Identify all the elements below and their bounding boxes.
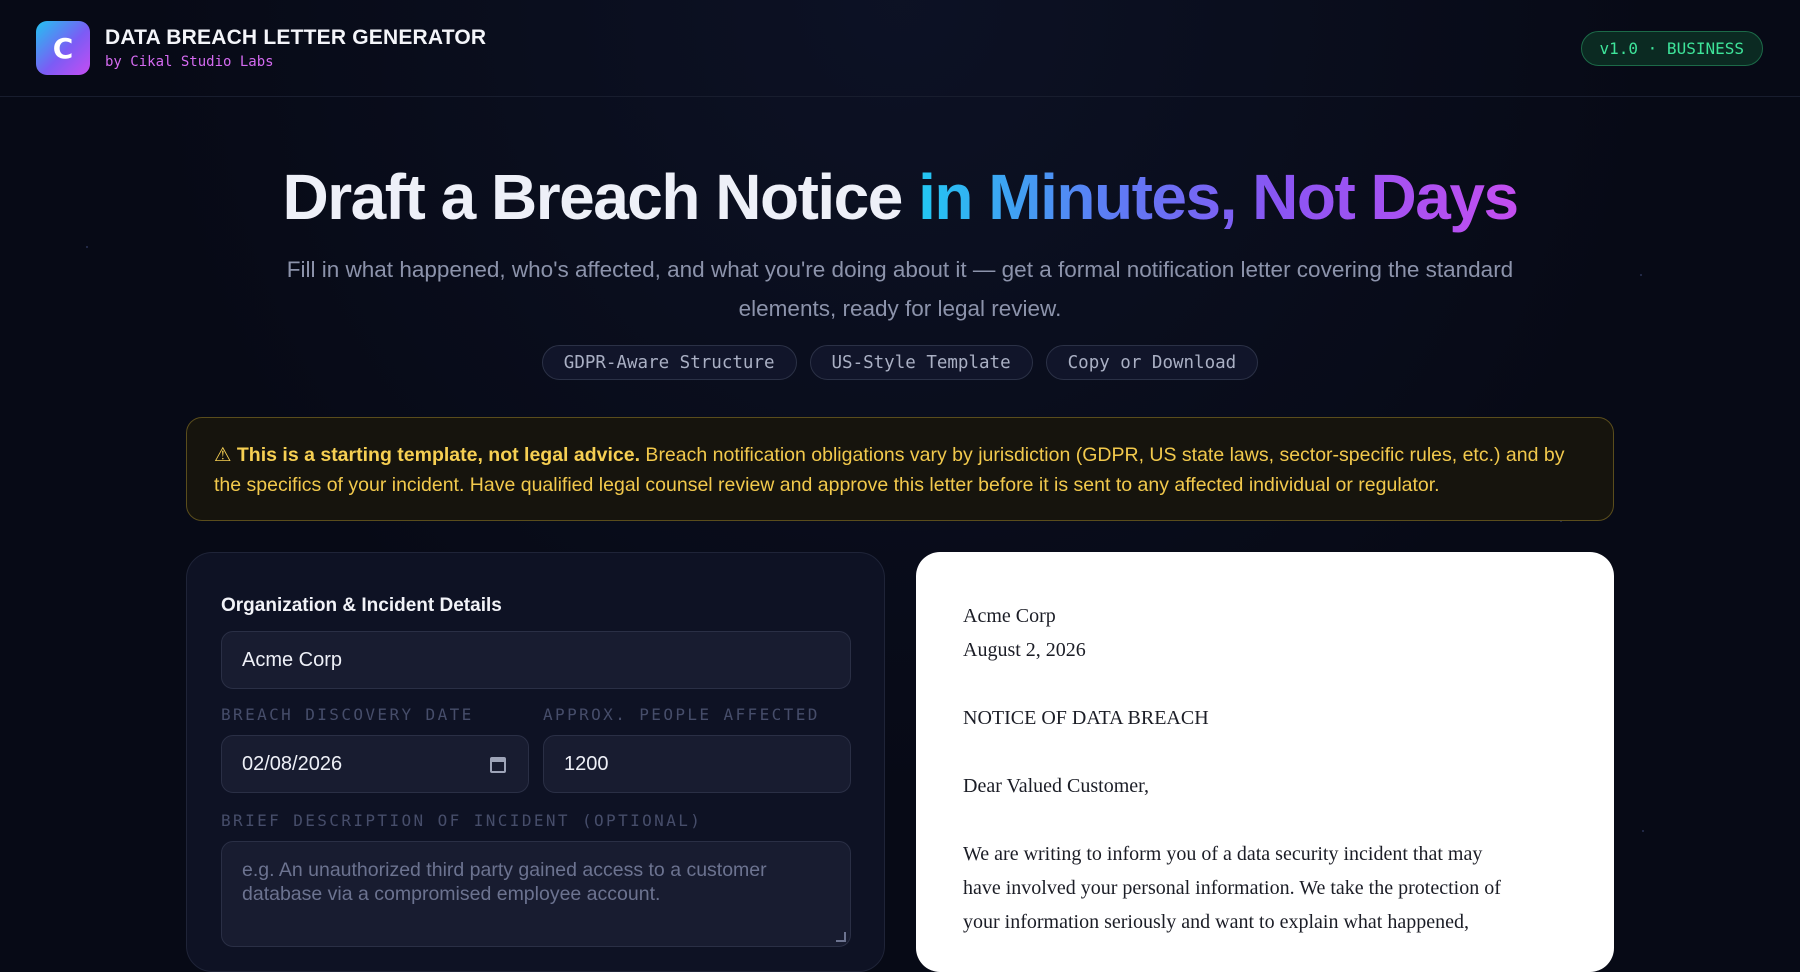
letter-heading: NOTICE OF DATA BREACH bbox=[963, 707, 1209, 729]
discovery-date-value: 02/08/2026 bbox=[242, 752, 343, 775]
organization-name-value: Acme Corp bbox=[242, 648, 343, 671]
letter-salutation: Dear Valued Customer, bbox=[963, 775, 1150, 797]
chip-gdpr: GDPR-Aware Structure bbox=[541, 345, 797, 380]
letter-body-line: We are writing to inform you of a data s… bbox=[963, 843, 1483, 865]
description-label: BRIEF DESCRIPTION OF INCIDENT (OPTIONAL) bbox=[221, 811, 703, 830]
people-affected-value: 1200 bbox=[564, 752, 609, 775]
incident-description-textarea[interactable]: e.g. An unauthorized third party gained … bbox=[221, 841, 851, 947]
title-gradient: in Minutes, Not Days bbox=[918, 161, 1519, 233]
title-plain: Draft a Breach Notice bbox=[282, 161, 903, 233]
chip-us-template: US-Style Template bbox=[809, 345, 1033, 380]
letter-date: August 2, 2026 bbox=[963, 639, 1086, 661]
chip-copy-download: Copy or Download bbox=[1045, 345, 1259, 380]
people-affected-label: APPROX. PEOPLE AFFECTED bbox=[543, 705, 820, 724]
app-subtitle: by Cikal Studio Labs bbox=[105, 54, 274, 70]
background-star bbox=[86, 246, 88, 248]
organization-name-input[interactable]: Acme Corp bbox=[221, 631, 851, 689]
description-placeholder: e.g. An unauthorized third party gained … bbox=[242, 859, 767, 905]
letter-org: Acme Corp bbox=[963, 605, 1056, 627]
background-star bbox=[1642, 830, 1644, 832]
app-header: C DATA BREACH LETTER GENERATOR by Cikal … bbox=[0, 0, 1800, 97]
app-logo-icon: C bbox=[36, 21, 90, 75]
version-badge: v1.0 · BUSINESS bbox=[1580, 31, 1763, 66]
background-star bbox=[1640, 274, 1642, 276]
letter-preview: Acme Corp August 2, 2026 NOTICE OF DATA … bbox=[916, 552, 1614, 972]
page-title: Draft a Breach Notice in Minutes, Not Da… bbox=[0, 160, 1800, 234]
brand-block: DATA BREACH LETTER GENERATOR by Cikal St… bbox=[105, 26, 486, 70]
discovery-date-label: BREACH DISCOVERY DATE bbox=[221, 705, 474, 724]
page-subtitle: Fill in what happened, who's affected, a… bbox=[286, 257, 1514, 321]
calendar-icon[interactable] bbox=[490, 757, 506, 773]
legal-warning-banner: ⚠ This is a starting template, not legal… bbox=[186, 417, 1614, 521]
incident-form-card: Organization & Incident Details Acme Cor… bbox=[186, 552, 885, 972]
feature-chips: GDPR-Aware Structure US-Style Template C… bbox=[0, 345, 1800, 380]
resize-handle-icon[interactable] bbox=[836, 932, 846, 942]
discovery-date-input[interactable]: 02/08/2026 bbox=[221, 735, 529, 793]
section-title: Organization & Incident Details bbox=[221, 595, 502, 616]
warning-bold-text: ⚠ This is a starting template, not legal… bbox=[214, 444, 641, 466]
letter-body-line: your information seriously and want to e… bbox=[963, 911, 1469, 933]
letter-body-line: have involved your personal information.… bbox=[963, 877, 1501, 899]
people-affected-input[interactable]: 1200 bbox=[543, 735, 851, 793]
app-title: DATA BREACH LETTER GENERATOR bbox=[105, 26, 487, 49]
